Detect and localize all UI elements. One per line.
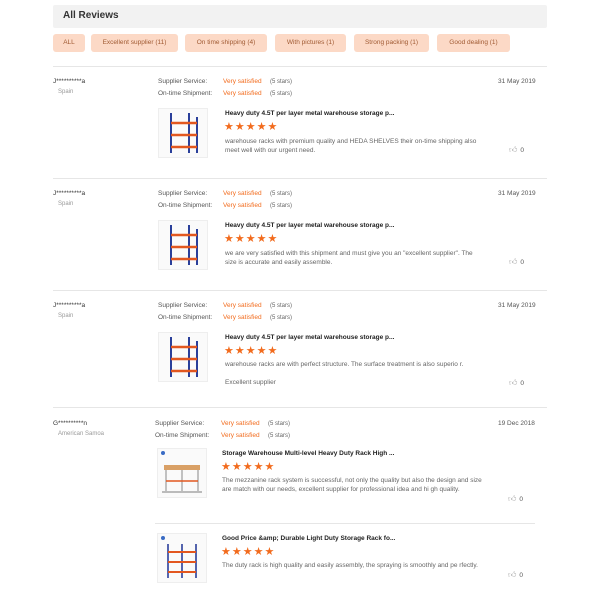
like-count: 0	[520, 259, 524, 266]
filter-chip-strong-packing[interactable]: Strong packing (1)	[354, 34, 429, 52]
like-button[interactable]: 👍︎ 0	[509, 145, 524, 155]
product-title-link[interactable]: Good Price &amp; Durable Light Duty Stor…	[222, 535, 395, 542]
supplier-service-label: Supplier Service:	[155, 420, 205, 427]
pallet-rack-image	[170, 113, 198, 153]
review-date: 19 Dec 2018	[498, 420, 535, 427]
review-comment: The duty rack is high quality and easily…	[222, 562, 478, 569]
ontime-shipment-label: On-time Shipment:	[155, 432, 210, 439]
product-title-link[interactable]: Heavy duty 4.5T per layer metal warehous…	[225, 334, 394, 341]
reviews-header: All Reviews	[53, 5, 547, 28]
mezzanine-rack-image	[161, 451, 202, 493]
ontime-shipment-value: Very satisfied	[223, 202, 262, 209]
storage-rack-image	[161, 536, 197, 578]
review-date: 31 May 2019	[498, 190, 536, 197]
filter-chip-with-pictures[interactable]: With pictures (1)	[275, 34, 346, 52]
ontime-shipment-label: On-time Shipment:	[158, 202, 213, 209]
like-count: 0	[519, 572, 523, 579]
like-count: 0	[520, 380, 524, 387]
divider	[53, 66, 547, 67]
like-button[interactable]: 👍︎ 0	[509, 378, 524, 388]
rating-stars: ★★★★★	[224, 233, 279, 245]
reviewer-country: American Samoa	[58, 431, 105, 437]
filter-chip-excellent-supplier[interactable]: Excellent supplier (11)	[91, 34, 178, 52]
ontime-shipment-stars: (5 stars)	[270, 202, 293, 209]
product-thumbnail[interactable]	[157, 448, 207, 498]
filter-chips: ALL Excellent supplier (11) On time ship…	[53, 34, 553, 52]
supplier-service-stars: (5 stars)	[268, 420, 291, 427]
supplier-service-label: Supplier Service:	[158, 302, 208, 309]
reviewer-country: Spain	[58, 89, 74, 95]
rating-stars: ★★★★★	[221, 461, 276, 473]
product-title-link[interactable]: Storage Warehouse Multi-level Heavy Duty…	[222, 450, 394, 457]
review-comment: The mezzanine rack system is successful,…	[222, 477, 482, 493]
ontime-shipment-stars: (5 stars)	[270, 90, 293, 97]
product-thumbnail[interactable]	[158, 220, 208, 270]
page-title: All Reviews	[63, 10, 119, 21]
rating-stars: ★★★★★	[224, 121, 279, 133]
thumbs-up-icon: 👍︎	[508, 570, 517, 579]
supplier-service-stars: (5 stars)	[270, 190, 293, 197]
ontime-shipment-stars: (5 stars)	[270, 314, 293, 321]
supplier-service-label: Supplier Service:	[158, 190, 208, 197]
ontime-shipment-label: On-time Shipment:	[158, 314, 213, 321]
product-title-link[interactable]: Heavy duty 4.5T per layer metal warehous…	[225, 110, 394, 117]
like-button[interactable]: 👍︎ 0	[508, 494, 523, 504]
thumbs-up-icon: 👍︎	[509, 378, 518, 387]
rating-stars: ★★★★★	[221, 546, 276, 558]
like-count: 0	[520, 147, 524, 154]
divider	[53, 178, 547, 179]
divider	[53, 407, 547, 408]
reviewer-country: Spain	[58, 313, 74, 319]
supplier-service-value: Very satisfied	[223, 190, 262, 197]
rating-stars: ★★★★★	[224, 345, 279, 357]
thumbs-up-icon: 👍︎	[509, 257, 518, 266]
supplier-service-stars: (5 stars)	[270, 78, 293, 85]
supplier-service-value: Very satisfied	[223, 78, 262, 85]
like-button[interactable]: 👍︎ 0	[508, 570, 523, 580]
pallet-rack-image	[170, 337, 198, 377]
supplier-service-label: Supplier Service:	[158, 78, 208, 85]
review-comment: warehouse racks with premium quality and…	[225, 138, 477, 154]
review-comment: we are very satisfied with this shipment…	[225, 250, 473, 266]
divider	[53, 290, 547, 291]
review-date: 31 May 2019	[498, 78, 536, 85]
thumbs-up-icon: 👍︎	[509, 145, 518, 154]
review-date: 31 May 2019	[498, 302, 536, 309]
like-count: 0	[519, 496, 523, 503]
filter-chip-good-dealing[interactable]: Good dealing (1)	[437, 34, 510, 52]
pallet-rack-image	[170, 225, 198, 265]
review-comment-extra: Excellent supplier	[225, 379, 276, 386]
filter-chip-on-time-shipping[interactable]: On time shipping (4)	[185, 34, 267, 52]
ontime-shipment-value: Very satisfied	[223, 314, 262, 321]
like-button[interactable]: 👍︎ 0	[509, 257, 524, 267]
product-thumbnail[interactable]	[158, 108, 208, 158]
review-comment: warehouse racks are with perfect structu…	[225, 361, 464, 368]
thumbs-up-icon: 👍︎	[508, 494, 517, 503]
ontime-shipment-stars: (5 stars)	[268, 432, 291, 439]
product-thumbnail[interactable]	[158, 332, 208, 382]
reviewer-country: Spain	[58, 201, 74, 207]
ontime-shipment-label: On-time Shipment:	[158, 90, 213, 97]
ontime-shipment-value: Very satisfied	[221, 432, 260, 439]
supplier-service-value: Very satisfied	[223, 302, 262, 309]
reviewer-name: J**********a	[53, 302, 86, 309]
ontime-shipment-value: Very satisfied	[223, 90, 262, 97]
supplier-service-value: Very satisfied	[221, 420, 260, 427]
reviewer-name: G**********n	[53, 420, 87, 427]
filter-chip-all[interactable]: ALL	[53, 34, 85, 52]
reviewer-name: J**********a	[53, 190, 86, 197]
product-thumbnail[interactable]	[157, 533, 207, 583]
supplier-service-stars: (5 stars)	[270, 302, 293, 309]
divider	[155, 523, 535, 524]
product-title-link[interactable]: Heavy duty 4.5T per layer metal warehous…	[225, 222, 394, 229]
reviewer-name: J**********a	[53, 78, 86, 85]
